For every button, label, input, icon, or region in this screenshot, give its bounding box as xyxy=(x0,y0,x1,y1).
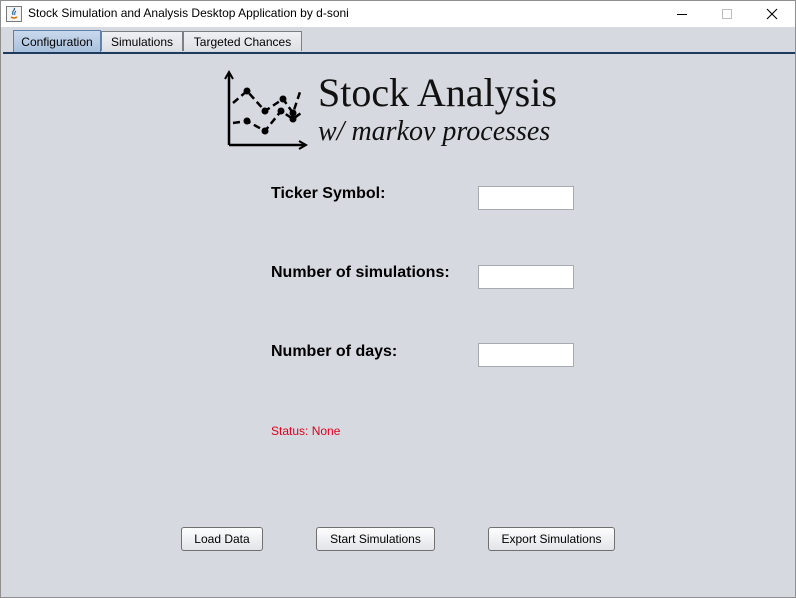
maximize-icon xyxy=(722,9,732,19)
app-window: Stock Simulation and Analysis Desktop Ap… xyxy=(0,0,796,598)
status-text: Status: None xyxy=(271,424,341,438)
number-of-days-label: Number of days: xyxy=(271,343,398,360)
logo-subtitle: w/ markov processes xyxy=(318,116,551,147)
logo: Stock Analysis w/ markov processes xyxy=(223,69,583,153)
number-of-simulations-label: Number of simulations: xyxy=(271,264,450,281)
close-button[interactable] xyxy=(749,1,795,27)
window-title: Stock Simulation and Analysis Desktop Ap… xyxy=(28,6,349,20)
line-graph-icon xyxy=(224,69,309,150)
start-simulations-button[interactable]: Start Simulations xyxy=(316,527,435,551)
title-bar: Stock Simulation and Analysis Desktop Ap… xyxy=(1,1,795,27)
tab-configuration[interactable]: Configuration xyxy=(13,30,101,52)
ticker-symbol-label: Ticker Symbol: xyxy=(271,185,386,202)
maximize-button[interactable] xyxy=(704,1,750,27)
minimize-button[interactable] xyxy=(659,1,705,27)
tab-underline xyxy=(3,52,795,54)
tab-bar: Configuration Simulations Targeted Chanc… xyxy=(1,28,795,54)
java-app-icon xyxy=(6,6,22,22)
tab-simulations[interactable]: Simulations xyxy=(101,31,183,51)
logo-title: Stock Analysis xyxy=(318,70,557,115)
number-of-simulations-input[interactable] xyxy=(478,265,574,289)
export-simulations-button[interactable]: Export Simulations xyxy=(488,527,615,551)
close-icon xyxy=(766,8,778,20)
number-of-days-input[interactable] xyxy=(478,343,574,367)
load-data-button[interactable]: Load Data xyxy=(181,527,263,551)
minimize-icon xyxy=(677,14,687,15)
ticker-symbol-input[interactable] xyxy=(478,186,574,210)
tab-targeted-chances[interactable]: Targeted Chances xyxy=(183,31,302,51)
